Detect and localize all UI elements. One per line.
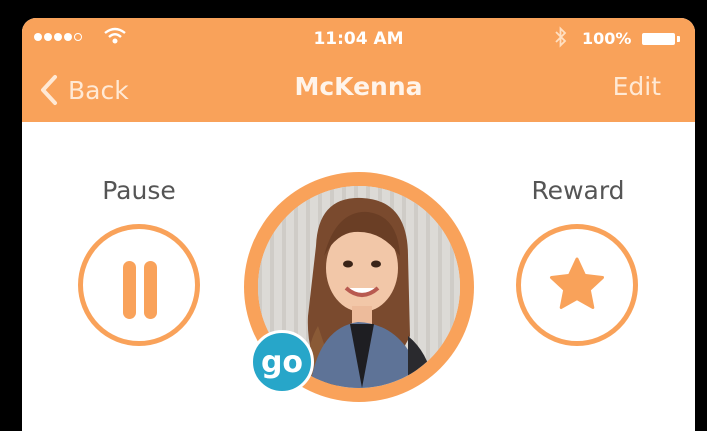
battery-tip <box>677 36 680 42</box>
reward-button[interactable] <box>516 224 638 346</box>
page-title: McKenna <box>294 72 423 101</box>
bluetooth-icon <box>555 26 567 48</box>
status-bar: 11:04 AM 100% <box>22 18 695 58</box>
header: 11:04 AM 100% Back McKenna Edit <box>22 18 695 122</box>
battery-percent: 100% <box>582 29 632 48</box>
edit-button[interactable]: Edit <box>613 72 661 101</box>
go-badge: go <box>250 330 314 394</box>
star-icon <box>550 257 604 309</box>
pause-button[interactable] <box>78 224 200 346</box>
pause-icon <box>123 261 136 319</box>
pause-icon-bar <box>144 261 157 319</box>
phone-screen: 11:04 AM 100% Back McKenna Edit Pause go… <box>22 18 695 431</box>
battery-icon <box>642 33 675 45</box>
reward-label: Reward <box>531 176 625 205</box>
navigation-bar: Back McKenna Edit <box>22 58 695 122</box>
pause-label: Pause <box>102 176 176 205</box>
